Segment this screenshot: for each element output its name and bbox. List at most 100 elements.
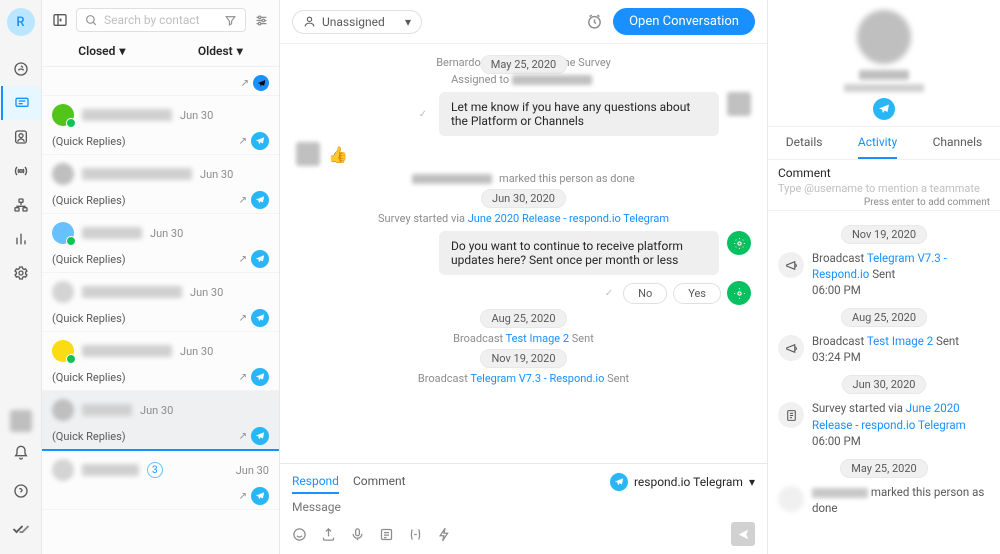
conversation-item[interactable]: Jun 30 (Quick Replies)↗ bbox=[42, 332, 279, 391]
system-event: Broadcast bbox=[453, 332, 505, 345]
contact-name bbox=[82, 464, 139, 476]
snippet-icon[interactable] bbox=[379, 527, 394, 542]
search-input[interactable] bbox=[104, 13, 218, 27]
broadcast-link[interactable]: Telegram V7.3 - Respond.io bbox=[470, 372, 604, 385]
chevron-down-icon: ▾ bbox=[405, 15, 411, 29]
snooze-icon[interactable] bbox=[586, 13, 603, 30]
settings-icon[interactable] bbox=[1, 256, 41, 290]
feed-link[interactable]: Test Image 2 bbox=[867, 334, 933, 348]
sender-avatar bbox=[296, 142, 320, 166]
contact-name bbox=[82, 404, 132, 416]
user-avatar[interactable]: R bbox=[7, 8, 35, 36]
contact-avatar-large bbox=[857, 10, 911, 64]
system-event: Sent bbox=[569, 332, 594, 345]
emoji-icon[interactable] bbox=[292, 527, 307, 542]
search-icon bbox=[85, 14, 98, 27]
broadcast-icon[interactable] bbox=[1, 154, 41, 188]
date-chip: Nov 19, 2020 bbox=[480, 349, 566, 368]
redacted-text bbox=[412, 174, 492, 184]
composer: Respond Comment respond.io Telegram ▾ bbox=[280, 463, 767, 554]
messages-icon[interactable] bbox=[1, 86, 41, 120]
feed-item: marked this person as done bbox=[778, 484, 990, 516]
sort-order-pill[interactable]: Oldest▾ bbox=[198, 44, 243, 58]
bot-avatar bbox=[727, 281, 751, 305]
nav-rail: R bbox=[0, 0, 42, 554]
upload-icon[interactable] bbox=[321, 527, 336, 542]
workspace-icon[interactable] bbox=[10, 410, 32, 432]
collapse-icon[interactable] bbox=[52, 12, 68, 28]
conv-date: Jun 30 bbox=[200, 168, 233, 181]
conversation-item[interactable]: Jun 30 (Quick Replies)↗ bbox=[42, 273, 279, 332]
open-conversation-button[interactable]: Open Conversation bbox=[613, 8, 755, 35]
conversation-item[interactable]: Jun 30 (Quick Replies)↗ bbox=[42, 155, 279, 214]
thumbs-up-emoji: 👍 bbox=[328, 145, 348, 164]
telegram-icon bbox=[251, 191, 269, 209]
telegram-icon bbox=[251, 250, 269, 268]
channel-selector[interactable]: respond.io Telegram ▾ bbox=[610, 473, 755, 491]
send-arrow-icon: ↗ bbox=[239, 254, 247, 265]
sender-avatar bbox=[727, 92, 751, 116]
search-input-wrap[interactable] bbox=[76, 8, 246, 32]
send-button[interactable] bbox=[731, 522, 755, 546]
send-arrow-icon: ↗ bbox=[239, 313, 247, 324]
conv-preview: (Quick Replies) bbox=[52, 430, 126, 443]
contact-avatar bbox=[52, 104, 74, 126]
variable-icon[interactable] bbox=[408, 527, 423, 542]
telegram-icon bbox=[251, 309, 269, 327]
tab-respond[interactable]: Respond bbox=[292, 470, 339, 494]
comment-input[interactable]: Type @username to mention a teammate bbox=[778, 182, 990, 195]
tab-channels[interactable]: Channels bbox=[933, 127, 983, 159]
flash-icon[interactable] bbox=[437, 527, 452, 542]
date-chip: May 25, 2020 bbox=[480, 55, 567, 74]
contact-name bbox=[82, 345, 172, 357]
reports-icon[interactable] bbox=[1, 222, 41, 256]
date-chip: Aug 25, 2020 bbox=[841, 308, 927, 327]
redacted-text bbox=[812, 488, 868, 498]
date-chip: Jun 30, 2020 bbox=[842, 375, 927, 394]
help-icon[interactable] bbox=[1, 474, 41, 508]
conv-preview: (Quick Replies) bbox=[52, 135, 126, 148]
broadcast-icon bbox=[778, 335, 804, 361]
notifications-icon[interactable] bbox=[1, 436, 41, 470]
tab-comment[interactable]: Comment bbox=[353, 470, 406, 494]
quick-reply-no[interactable]: No bbox=[623, 283, 667, 304]
telegram-icon bbox=[251, 427, 269, 445]
tab-activity[interactable]: Activity bbox=[858, 127, 897, 159]
conversation-item[interactable]: Jun 30 (Quick Replies)↗ bbox=[42, 214, 279, 273]
system-event: Survey started via bbox=[378, 212, 468, 225]
chevron-down-icon: ▾ bbox=[237, 44, 243, 58]
conv-date: Jun 30 bbox=[150, 227, 183, 240]
feed-item: Broadcast Test Image 2 Sent03:24 PM bbox=[778, 333, 990, 365]
tab-details[interactable]: Details bbox=[786, 127, 823, 159]
assignee-dropdown[interactable]: Unassigned ▾ bbox=[292, 10, 422, 34]
filter-icon[interactable] bbox=[224, 14, 237, 27]
inbound-message: 👍 bbox=[296, 142, 751, 166]
read-all-icon[interactable] bbox=[1, 512, 41, 546]
broadcast-link[interactable]: Test Image 2 bbox=[506, 332, 569, 345]
activity-feed[interactable]: Nov 19, 2020 Broadcast Telegram V7.3 - R… bbox=[768, 211, 1000, 554]
quick-reply-yes[interactable]: Yes bbox=[673, 283, 721, 304]
contact-avatar bbox=[52, 459, 74, 481]
conversation-item[interactable]: Jun 30 (Quick Replies)↗ bbox=[42, 391, 279, 451]
workflow-icon[interactable] bbox=[1, 188, 41, 222]
telegram-icon bbox=[873, 98, 895, 120]
send-arrow-icon: ↗ bbox=[239, 491, 247, 502]
survey-link[interactable]: June 2020 Release - respond.io Telegram bbox=[468, 212, 669, 225]
send-arrow-icon: ↗ bbox=[239, 195, 247, 206]
conversation-scroll[interactable]: ↗ Jun 30 (Quick Replies)↗ Jun 30 (Quick … bbox=[42, 67, 279, 554]
dashboard-icon[interactable] bbox=[1, 52, 41, 86]
comment-label: Comment bbox=[778, 166, 990, 180]
contact-avatar bbox=[52, 399, 74, 421]
conversation-item[interactable]: Jun 30 (Quick Replies)↗ bbox=[42, 96, 279, 155]
contacts-icon[interactable] bbox=[1, 120, 41, 154]
contact-avatar bbox=[52, 340, 74, 362]
feed-time: 06:00 PM bbox=[812, 283, 861, 297]
conv-date: Jun 30 bbox=[140, 404, 173, 417]
sort-settings-icon[interactable] bbox=[254, 13, 269, 28]
mic-icon[interactable] bbox=[350, 527, 365, 542]
contact-avatar bbox=[52, 281, 74, 303]
message-input[interactable] bbox=[292, 500, 755, 514]
chevron-down-icon: ▾ bbox=[749, 475, 755, 489]
conversation-item[interactable]: 3Jun 30 ↗ bbox=[42, 451, 279, 510]
filter-status-pill[interactable]: Closed▾ bbox=[78, 44, 125, 58]
